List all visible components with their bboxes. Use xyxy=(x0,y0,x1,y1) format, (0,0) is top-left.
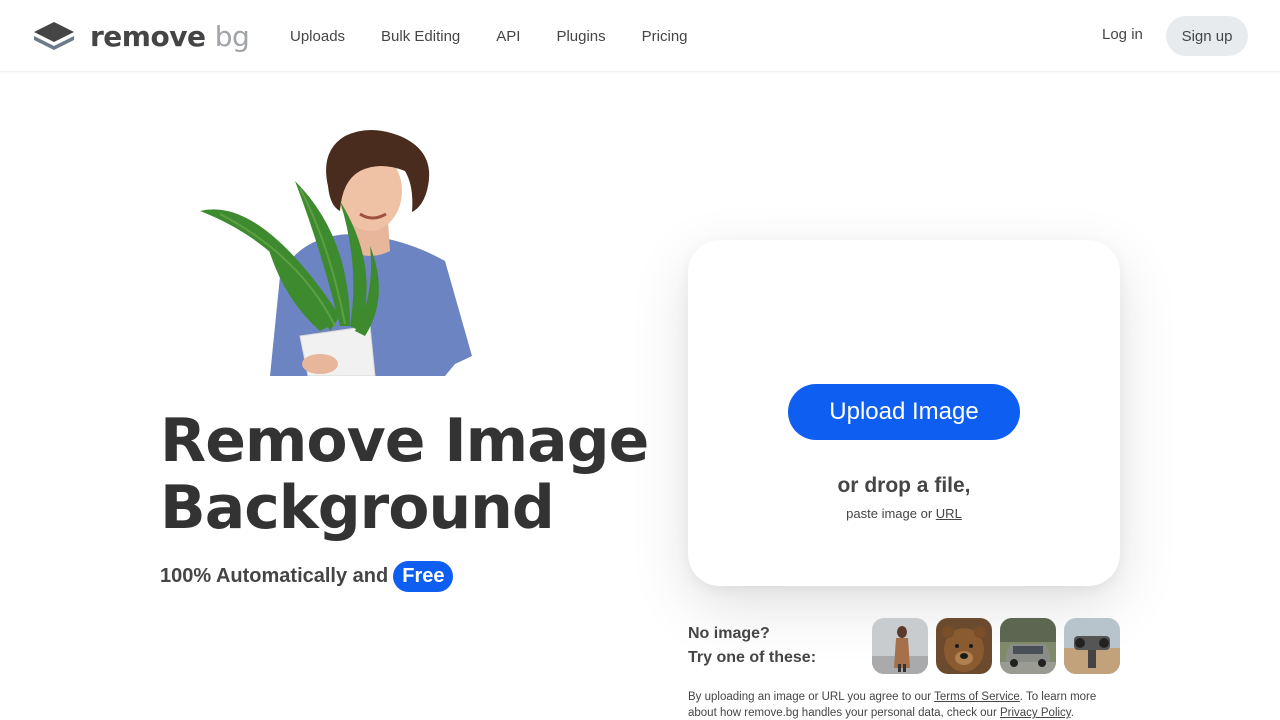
hero-title-line2: Background xyxy=(160,473,555,543)
logo[interactable]: remove bg xyxy=(32,18,250,54)
paste-hint: paste image or URL xyxy=(688,506,1120,521)
upload-image-button[interactable]: Upload Image xyxy=(788,384,1020,440)
legal-suffix: . xyxy=(1070,707,1074,719)
nav-api[interactable]: API xyxy=(496,28,520,45)
sample-prompt: No image? Try one of these: xyxy=(688,622,816,670)
legal-notice: By uploading an image or URL you agree t… xyxy=(688,689,1118,720)
hero-title: Remove Image Background xyxy=(160,408,680,542)
nav-uploads[interactable]: Uploads xyxy=(290,28,345,45)
free-badge: Free xyxy=(393,560,454,592)
legal-prefix: By uploading an image or URL you agree t… xyxy=(688,691,932,703)
hero-subtitle: 100% Automatically and Free xyxy=(160,560,454,592)
subtitle-text: 100% Automatically and xyxy=(160,564,389,587)
login-link[interactable]: Log in xyxy=(1102,26,1143,43)
privacy-policy-link[interactable]: Privacy Policy xyxy=(1000,707,1071,719)
sample-binoculars-thumbnail[interactable] xyxy=(1064,618,1120,674)
signup-button[interactable]: Sign up xyxy=(1166,16,1248,56)
sample-prompt-line1: No image? xyxy=(688,625,770,642)
nav-pricing[interactable]: Pricing xyxy=(642,28,688,45)
hero-title-line1: Remove Image xyxy=(160,406,649,476)
top-header: remove bg Uploads Bulk Editing API Plugi… xyxy=(0,0,1280,72)
logo-text: remove bg xyxy=(90,19,250,53)
sample-car-thumbnail[interactable] xyxy=(1000,618,1056,674)
nav-bulk-editing[interactable]: Bulk Editing xyxy=(381,28,460,45)
paste-hint-text: paste image or xyxy=(846,506,933,521)
drop-file-text: or drop a file, xyxy=(837,474,971,497)
sample-prompt-line2: Try one of these: xyxy=(688,649,817,666)
logo-icon xyxy=(34,22,74,50)
terms-of-service-link[interactable]: Terms of Service xyxy=(934,691,1020,703)
main-nav: Uploads Bulk Editing API Plugins Pricing xyxy=(290,0,724,72)
sample-bear-thumbnail[interactable] xyxy=(936,618,992,674)
upload-card[interactable]: Upload Image or drop a file, paste image… xyxy=(688,240,1120,586)
url-link[interactable]: URL xyxy=(936,506,962,521)
nav-plugins[interactable]: Plugins xyxy=(556,28,605,45)
sample-woman-thumbnail[interactable] xyxy=(872,618,928,674)
hero-person-with-plant-image xyxy=(200,130,472,376)
sample-images xyxy=(872,618,1128,674)
